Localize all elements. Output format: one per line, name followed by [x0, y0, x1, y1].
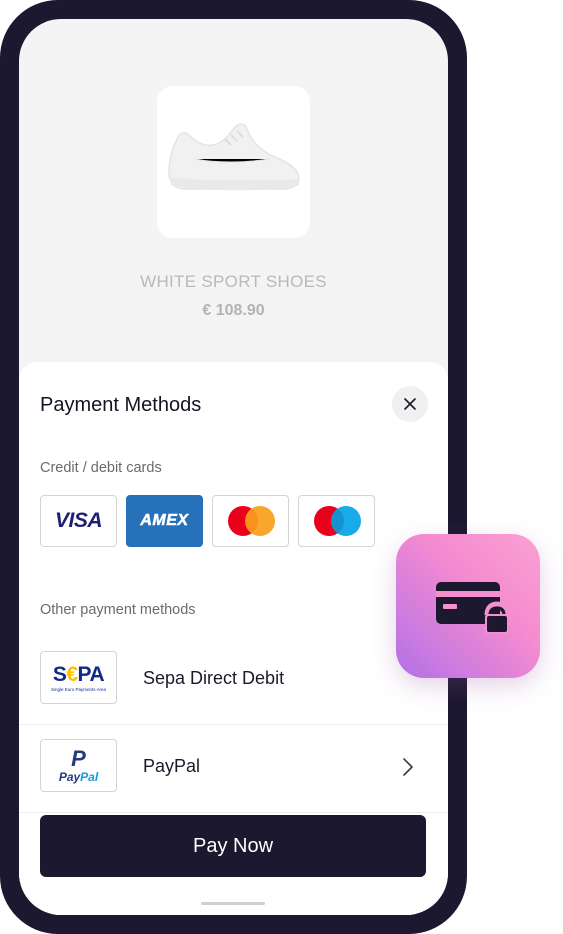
product-image-card	[157, 86, 310, 238]
home-indicator	[201, 902, 265, 905]
other-methods-label: Other payment methods	[40, 602, 196, 618]
sepa-logo-subtext: Single Euro Payments Area	[50, 686, 107, 692]
card-option-amex[interactable]: AMEX	[126, 495, 203, 547]
card-option-mastercard[interactable]	[212, 495, 289, 547]
secure-payment-badge	[396, 534, 540, 678]
mastercard-logo	[226, 506, 276, 536]
phone-screen: WHITE SPORT SHOES € 108.90 Payment Metho…	[19, 19, 448, 915]
payment-sheet: Payment Methods Credit / debit cards VIS…	[19, 362, 448, 575]
pay-now-button[interactable]: Pay Now	[40, 815, 426, 877]
chevron-right-icon	[403, 758, 413, 776]
product-price: € 108.90	[202, 302, 265, 319]
card-option-visa[interactable]: VISA	[40, 495, 117, 547]
credit-card-lock-icon	[436, 582, 510, 634]
method-row-sepa[interactable]: S€PA Single Euro Payments Area Sepa Dire…	[19, 637, 448, 725]
sepa-logo: S€PA Single Euro Payments Area	[40, 651, 117, 704]
amex-logo: AMEX	[140, 512, 189, 530]
method-name-paypal: PayPal	[143, 756, 201, 776]
card-option-maestro[interactable]	[298, 495, 375, 547]
close-button[interactable]	[392, 386, 428, 422]
sheet-title: Payment Methods	[40, 394, 202, 416]
card-options: VISA AMEX	[40, 495, 375, 547]
paypal-logo: P PayPal	[40, 739, 117, 792]
phone-frame: WHITE SPORT SHOES € 108.90 Payment Metho…	[0, 0, 467, 934]
cards-section-label: Credit / debit cards	[40, 460, 162, 476]
close-icon	[404, 398, 416, 410]
shoe-image	[168, 123, 300, 191]
other-methods-section: Other payment methods S€PA Single Euro P…	[19, 575, 448, 915]
maestro-logo	[312, 506, 362, 536]
product-name: WHITE SPORT SHOES	[140, 272, 327, 291]
visa-logo: VISA	[54, 509, 103, 532]
method-name-sepa: Sepa Direct Debit	[143, 668, 285, 688]
method-row-paypal[interactable]: P PayPal PayPal	[19, 725, 448, 813]
